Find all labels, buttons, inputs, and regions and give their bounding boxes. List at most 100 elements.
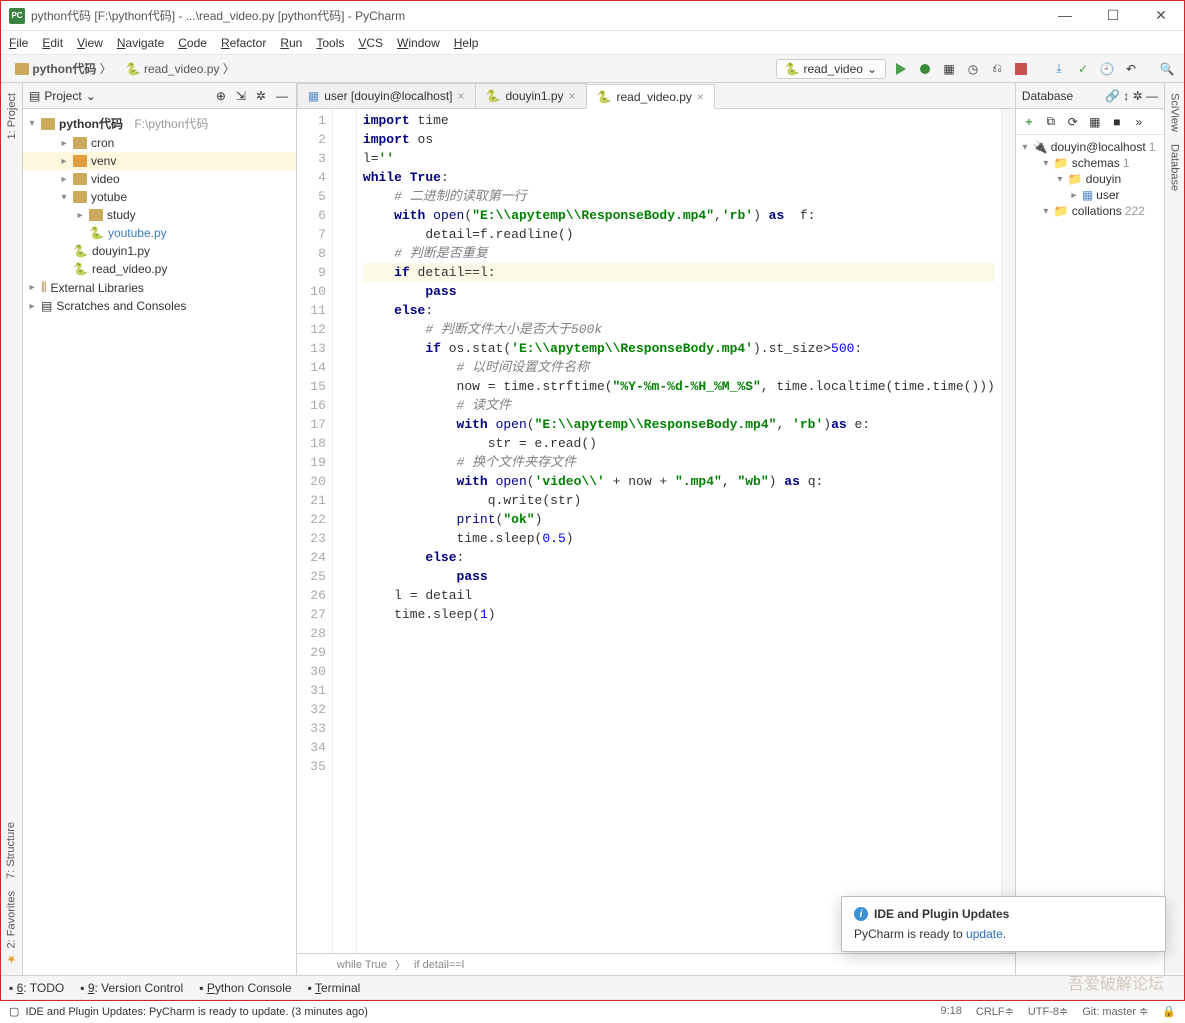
add-button[interactable]: + (1020, 113, 1038, 131)
menu-window[interactable]: Window (397, 36, 440, 50)
code-area[interactable]: 1234567891011121314151617181920212223242… (297, 109, 1015, 953)
tool-window-button[interactable]: ▪ 9: Version Control (80, 981, 183, 995)
db-tree-item[interactable]: ▾📁 collations 222 (1018, 203, 1162, 219)
line-separator[interactable]: CRLF≑ (976, 1005, 1014, 1018)
refresh-button[interactable]: ⟳ (1064, 113, 1082, 131)
database-header: Database 🔗 ↕ ✲ — (1016, 83, 1164, 109)
maximize-button[interactable]: ☐ (1098, 7, 1128, 24)
chevron-down-icon: ⌄ (867, 62, 877, 76)
close-tab-icon[interactable]: × (458, 89, 465, 103)
menu-help[interactable]: Help (454, 36, 479, 50)
debug-button[interactable] (916, 60, 934, 78)
project-icon: ▤ (29, 89, 40, 103)
left-tab-favorites[interactable]: ★2: Favorites (3, 885, 20, 971)
tree-external-libs[interactable]: ▸⫼ External Libraries (23, 278, 296, 297)
tree-item[interactable]: ▸ cron (23, 134, 296, 152)
vcs-update-button[interactable]: ⤓ (1050, 60, 1068, 78)
encoding[interactable]: UTF-8≑ (1028, 1005, 1068, 1018)
run-config-selector[interactable]: 🐍read_video ⌄ (776, 59, 886, 79)
search-button[interactable]: 🔍 (1158, 60, 1176, 78)
vcs-history-button[interactable]: 🕘 (1098, 60, 1116, 78)
hide-icon[interactable]: — (1146, 89, 1158, 103)
menu-tools[interactable]: Tools (316, 36, 344, 50)
crumb-scope[interactable]: while True (337, 959, 387, 971)
tree-item[interactable]: 🐍 read_video.py (23, 260, 296, 278)
menu-edit[interactable]: Edit (42, 36, 63, 50)
source[interactable]: import timeimport osl=''while True: # 二进… (357, 109, 1001, 953)
window-controls: — ☐ ✕ (1050, 7, 1176, 24)
scroll-from-source-icon[interactable]: ⊕ (216, 89, 230, 103)
menu-navigate[interactable]: Navigate (117, 36, 164, 50)
hide-icon[interactable]: — (276, 89, 290, 103)
close-button[interactable]: ✕ (1146, 7, 1176, 24)
sort-icon[interactable]: ↕ (1123, 89, 1129, 103)
database-toolbar: + ⧉ ⟳ ▦ ■ » (1016, 109, 1164, 135)
info-icon: i (854, 907, 868, 921)
link-icon[interactable]: 🔗 (1105, 89, 1120, 103)
tree-item[interactable]: 🐍 douyin1.py (23, 242, 296, 260)
editor-tab[interactable]: 🐍douyin1.py× (475, 83, 587, 108)
menu-vcs[interactable]: VCS (358, 36, 383, 50)
db-tree-item[interactable]: ▾📁 douyin (1018, 171, 1162, 187)
status-icon[interactable]: ▢ (9, 1006, 19, 1018)
tree-item[interactable]: ▸ video (23, 170, 296, 188)
left-tab-project[interactable]: 1: Project (4, 87, 20, 145)
tree-item[interactable]: 🐍 youtube.py (23, 224, 296, 242)
update-link[interactable]: update (966, 927, 1003, 941)
tree-item[interactable]: ▸ venv (23, 152, 296, 170)
menu-run[interactable]: Run (280, 36, 302, 50)
stop-button[interactable] (1012, 60, 1030, 78)
run-button[interactable] (892, 60, 910, 78)
status-message: IDE and Plugin Updates: PyCharm is ready… (26, 1006, 368, 1018)
caret-position[interactable]: 9:18 (940, 1005, 961, 1018)
tool-window-button[interactable]: ▪ Terminal (308, 981, 361, 995)
tree-item[interactable]: ▾ yotube (23, 188, 296, 206)
tree-root[interactable]: ▾ python代码 F:\python代码 (23, 113, 296, 134)
menubar: File Edit View Navigate Code Refactor Run Tools… (1, 31, 1184, 55)
left-tab-structure[interactable]: 7: Structure (3, 816, 19, 885)
more-button[interactable]: » (1130, 113, 1148, 131)
table-icon: ▦ (1082, 188, 1093, 202)
collapse-icon[interactable]: ⇲ (236, 89, 250, 103)
window-title: python代码 [F:\python代码] - ...\read_video.… (31, 7, 1050, 24)
tree-item[interactable]: ▸ study (23, 206, 296, 224)
duplicate-button[interactable]: ⧉ (1042, 113, 1060, 131)
folder-icon (73, 137, 87, 149)
settings-icon[interactable]: ✲ (1133, 89, 1143, 103)
readonly-lock-icon[interactable]: 🔒 (1162, 1005, 1176, 1018)
menu-code[interactable]: Code (178, 36, 207, 50)
concurrency-button[interactable]: ⎌ (988, 60, 1006, 78)
chevron-down-icon[interactable]: ⌄ (86, 89, 96, 103)
update-popup: iIDE and Plugin Updates PyCharm is ready… (841, 896, 1166, 952)
console-button[interactable]: ▦ (1086, 113, 1104, 131)
right-tab-sciview[interactable]: SciView (1167, 87, 1183, 138)
tree-scratches[interactable]: ▸▤ Scratches and Consoles (23, 297, 296, 315)
coverage-button[interactable]: ▦ (940, 60, 958, 78)
crumb-scope[interactable]: if detail==l (414, 959, 464, 971)
stop-button[interactable]: ■ (1108, 113, 1126, 131)
crumb-root[interactable]: python代码 〉 (9, 58, 118, 79)
close-tab-icon[interactable]: × (569, 89, 576, 103)
crumb-file[interactable]: 🐍 read_video.py 〉 (120, 58, 241, 79)
db-tree-item[interactable]: ▾📁 schemas 1 (1018, 155, 1162, 171)
vcs-commit-button[interactable]: ✓ (1074, 60, 1092, 78)
minimize-button[interactable]: — (1050, 7, 1080, 24)
db-datasource[interactable]: ▾🔌douyin@localhost 1 (1018, 139, 1162, 155)
menu-view[interactable]: View (77, 36, 103, 50)
settings-icon[interactable]: ✲ (256, 89, 270, 103)
tool-window-button[interactable]: ▪ Python Console (199, 981, 291, 995)
editor-tab[interactable]: 🐍read_video.py× (586, 84, 715, 109)
tool-window-button[interactable]: ▪ 6: TODO (9, 981, 64, 995)
python-icon: 🐍 (126, 62, 141, 76)
close-tab-icon[interactable]: × (697, 90, 704, 104)
database-tree: ▾🔌douyin@localhost 1 ▾📁 schemas 1▾📁 douy… (1016, 135, 1164, 223)
menu-refactor[interactable]: Refactor (221, 36, 266, 50)
right-tab-database[interactable]: Database (1167, 138, 1183, 197)
git-branch[interactable]: Git: master ≑ (1082, 1005, 1148, 1018)
editor-tab[interactable]: ▦user [douyin@localhost]× (297, 83, 476, 108)
vcs-revert-button[interactable]: ↶ (1122, 60, 1140, 78)
database-title: Database (1022, 89, 1073, 103)
profile-button[interactable]: ◷ (964, 60, 982, 78)
db-tree-item[interactable]: ▸▦ user (1018, 187, 1162, 203)
menu-file[interactable]: File (9, 36, 28, 50)
